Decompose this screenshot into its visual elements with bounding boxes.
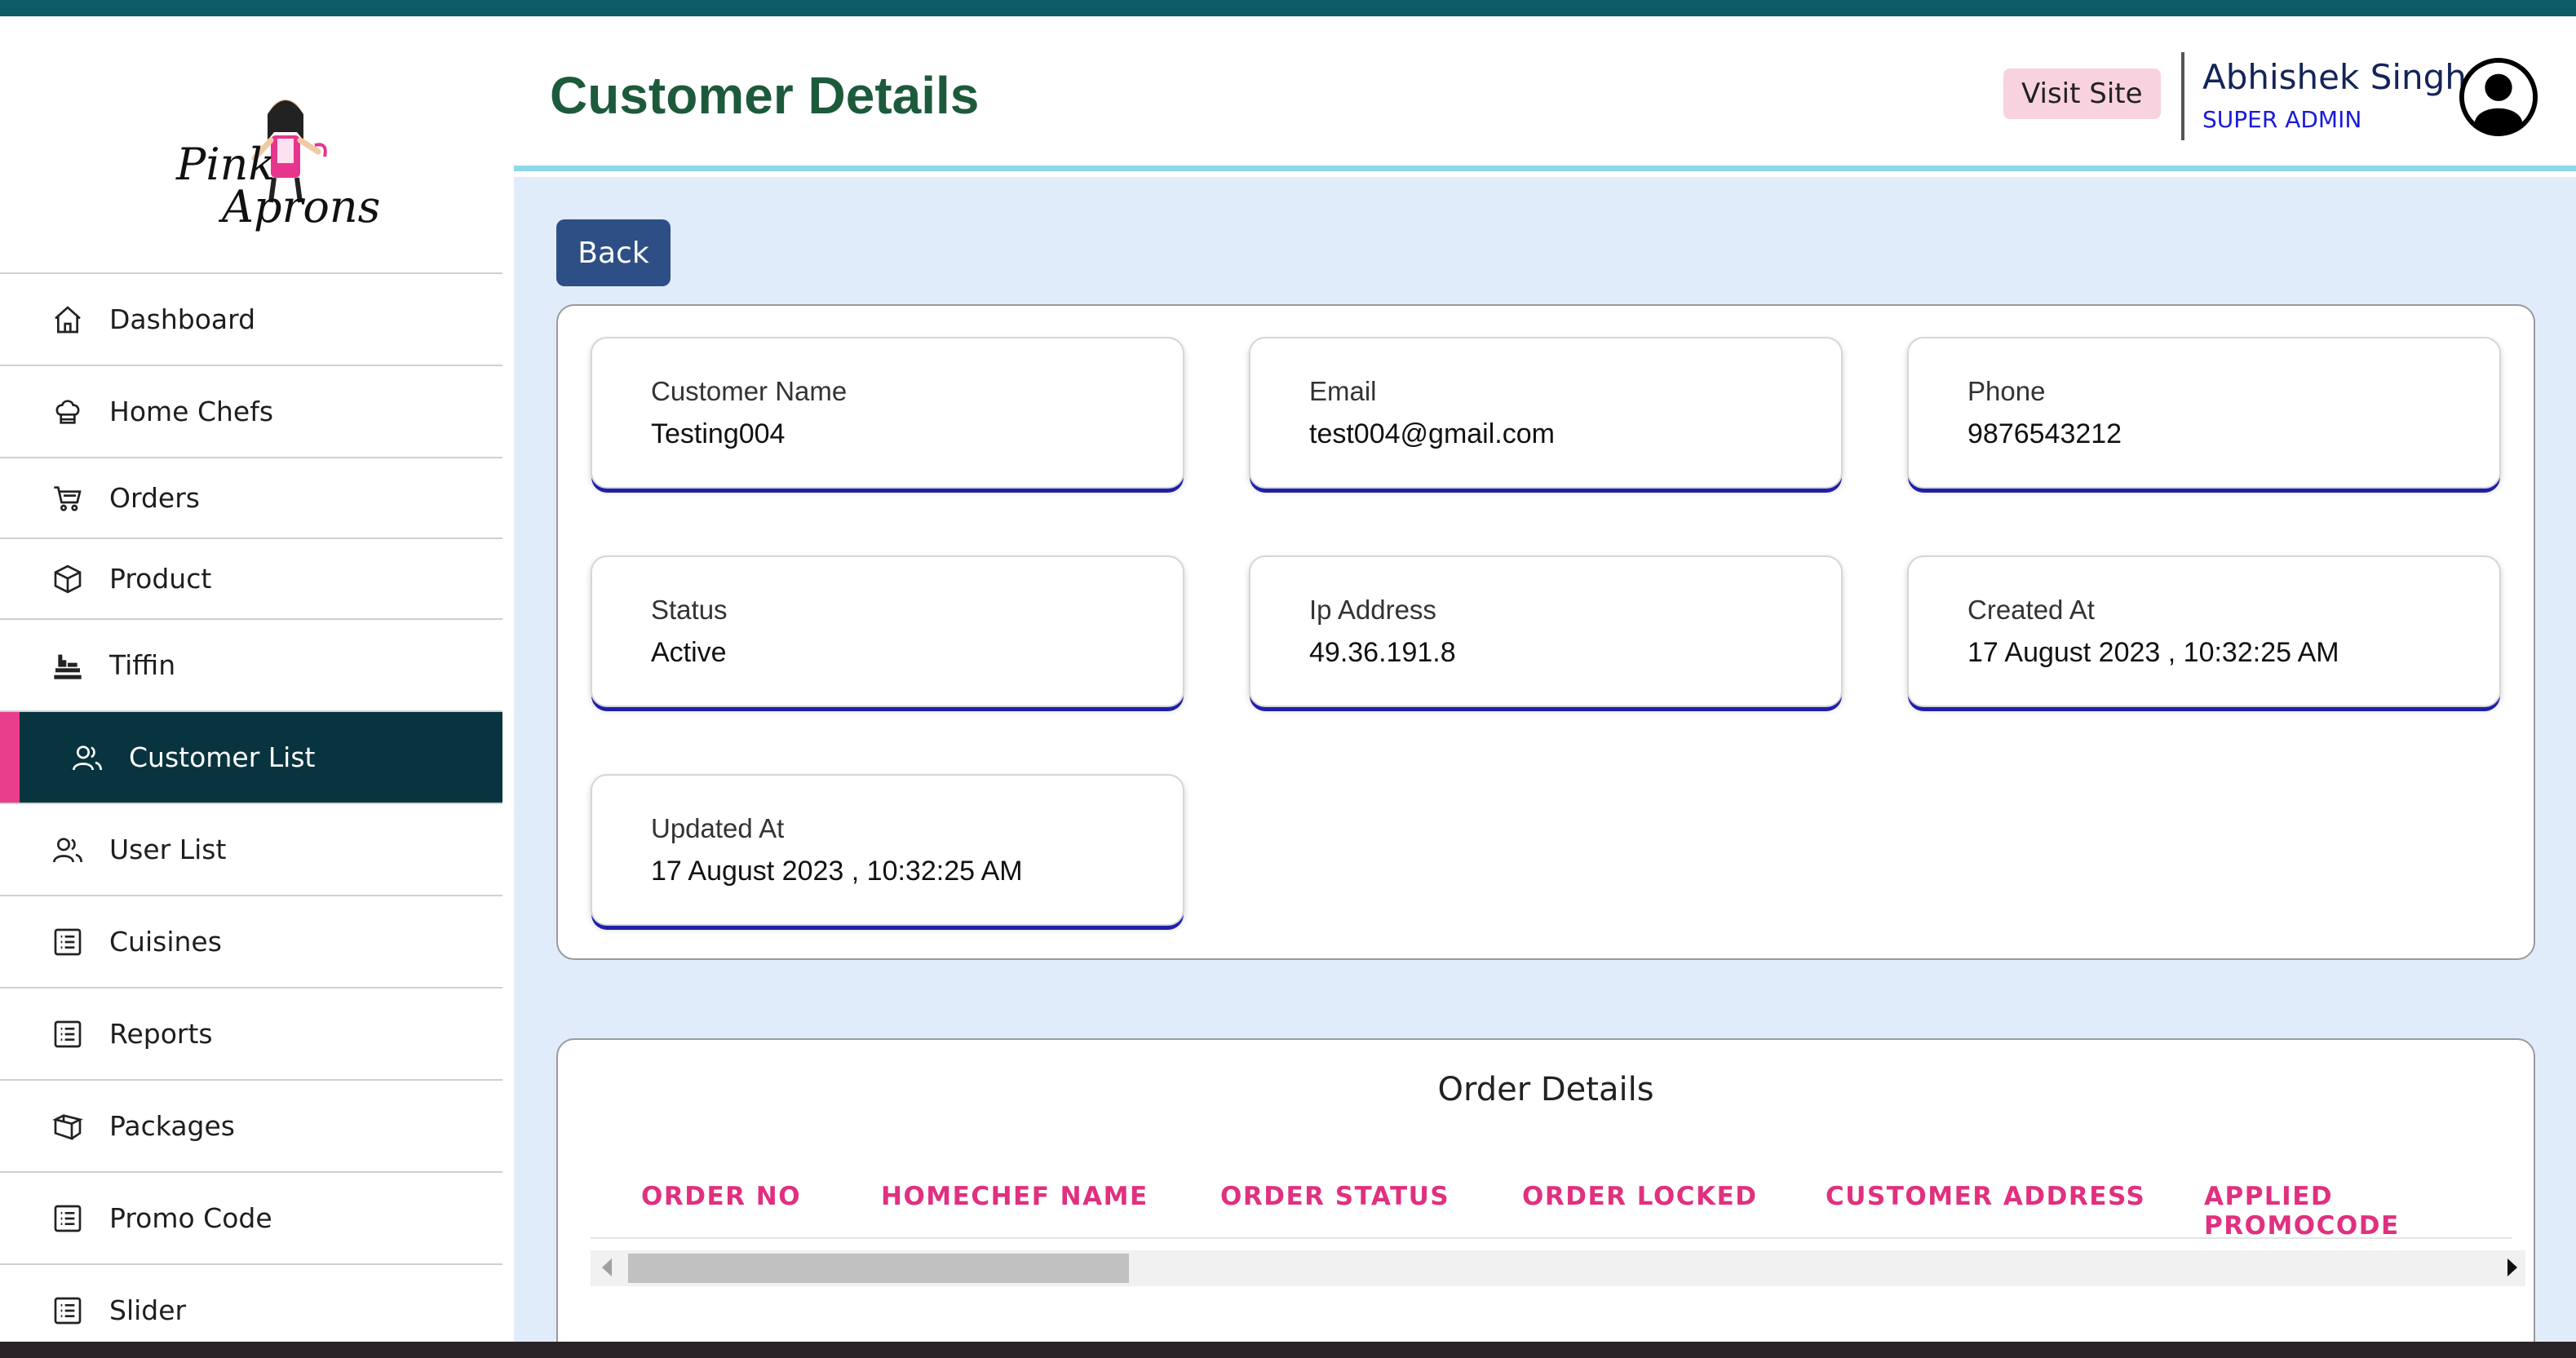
sidebar-item-reports[interactable]: Reports (0, 987, 502, 1079)
box-icon (51, 562, 85, 596)
scrollbar-thumb[interactable] (628, 1254, 1129, 1283)
column-header[interactable]: APPLIED PROMOCODE (2204, 1182, 2512, 1241)
sidebar-item-label: Product (109, 563, 212, 595)
info-label: Email (1309, 376, 1377, 406)
sidebar-item-label: Cuisines (109, 926, 222, 958)
column-header[interactable]: HOMECHEF NAME (881, 1182, 1149, 1211)
page-header: Customer Details Visit Site Abhishek Sin… (514, 16, 2576, 171)
sidebar-item-tiffin[interactable]: Tiffin (0, 618, 502, 710)
visit-site-button[interactable]: Visit Site (2003, 69, 2161, 119)
home-icon (51, 303, 85, 337)
package-icon (51, 1109, 85, 1143)
sidebar-item-dashboard[interactable]: Dashboard (0, 272, 502, 365)
sidebar-item-label: Customer List (129, 741, 316, 773)
logo-text-aprons: Aprons (222, 181, 381, 232)
list-icon (51, 925, 85, 959)
sidebar-item-label: Slider (109, 1294, 187, 1326)
sidebar-item-label: Reports (109, 1018, 213, 1050)
status-card: Status Active (591, 555, 1184, 707)
sidebar-item-orders[interactable]: Orders (0, 457, 502, 537)
column-header[interactable]: ORDER NO (641, 1182, 801, 1211)
info-label: Ip Address (1309, 595, 1436, 625)
info-label: Customer Name (651, 376, 848, 406)
sidebar-item-promo-code[interactable]: Promo Code (0, 1171, 502, 1263)
info-value: 49.36.191.8 (1309, 637, 1456, 668)
users-icon (51, 833, 85, 867)
user-avatar-icon (2459, 57, 2538, 137)
taskbar-strip (0, 1342, 2576, 1358)
info-value: test004@gmail.com (1309, 418, 1555, 449)
user-name: Abhishek Singh (2202, 57, 2467, 97)
order-details-title: Order Details (1437, 1071, 1654, 1108)
list-icon (51, 1017, 85, 1051)
created-at-card: Created At 17 August 2023 , 10:32:25 AM (1907, 555, 2501, 707)
info-value: Active (651, 637, 727, 668)
orders-table-header: ORDER NO HOMECHEF NAME ORDER STATUS ORDE… (591, 1170, 2512, 1241)
sidebar-item-label: Tiffin (109, 649, 176, 681)
pink-aprons-logo[interactable]: Pink Aprons (163, 90, 380, 245)
scroll-left-icon[interactable] (602, 1258, 612, 1276)
phone-card: Phone 9876543212 (1907, 337, 2501, 489)
order-details-panel: Order Details ORDER NO HOMECHEF NAME ORD… (556, 1038, 2535, 1358)
user-role: SUPER ADMIN (2202, 106, 2362, 133)
sidebar-item-home-chefs[interactable]: Home Chefs (0, 365, 502, 457)
column-header[interactable]: ORDER LOCKED (1522, 1182, 1757, 1211)
customer-name-card: Customer Name Testing004 (591, 337, 1184, 489)
sidebar-item-label: Promo Code (109, 1202, 272, 1234)
info-label: Status (651, 595, 728, 625)
info-label: Created At (1967, 595, 2095, 625)
list-icon (51, 1201, 85, 1236)
sidebar-item-packages[interactable]: Packages (0, 1079, 502, 1171)
horizontal-scrollbar[interactable] (591, 1250, 2525, 1286)
page-title: Customer Details (550, 66, 980, 125)
sidebar-item-label: Orders (109, 482, 200, 514)
column-header[interactable]: ORDER STATUS (1220, 1182, 1450, 1211)
avatar[interactable] (2459, 57, 2538, 137)
info-label: Updated At (651, 813, 785, 843)
cart-icon (51, 481, 85, 515)
sidebar-item-label: Dashboard (109, 303, 256, 335)
sidebar-item-label: Packages (109, 1110, 235, 1142)
ip-address-card: Ip Address 49.36.191.8 (1249, 555, 1843, 707)
sidebar-item-label: Home Chefs (109, 396, 274, 427)
tiffin-icon (51, 648, 85, 683)
info-value: 17 August 2023 , 10:32:25 AM (651, 856, 1023, 887)
sidebar-nav: Dashboard Home Chefs Orders Product Tiff… (0, 272, 502, 1356)
main-content: Back Customer Name Testing004 Email test… (514, 177, 2576, 1358)
info-value: Testing004 (651, 418, 786, 449)
info-label: Phone (1967, 376, 2046, 406)
list-icon (51, 1294, 85, 1328)
top-accent-bar (0, 0, 2576, 16)
back-button[interactable]: Back (556, 219, 671, 286)
header-divider (2181, 52, 2184, 140)
sidebar-item-label: User List (109, 834, 227, 865)
sidebar-item-customer-list[interactable]: Customer List (0, 710, 502, 803)
email-card: Email test004@gmail.com (1249, 337, 1843, 489)
users-icon (70, 741, 104, 775)
sidebar: Pink Aprons Dashboard Home Chefs Orders (0, 16, 502, 1342)
chef-hat-icon (51, 395, 85, 429)
sidebar-item-user-list[interactable]: User List (0, 803, 502, 895)
info-value: 17 August 2023 , 10:32:25 AM (1967, 637, 2339, 668)
column-header[interactable]: CUSTOMER ADDRESS (1826, 1182, 2145, 1211)
info-value: 9876543212 (1967, 418, 2122, 449)
scroll-right-icon[interactable] (2507, 1258, 2517, 1276)
sidebar-item-product[interactable]: Product (0, 537, 502, 618)
sidebar-item-cuisines[interactable]: Cuisines (0, 895, 502, 987)
customer-details-panel: Customer Name Testing004 Email test004@g… (556, 304, 2535, 960)
updated-at-card: Updated At 17 August 2023 , 10:32:25 AM (591, 774, 1184, 926)
